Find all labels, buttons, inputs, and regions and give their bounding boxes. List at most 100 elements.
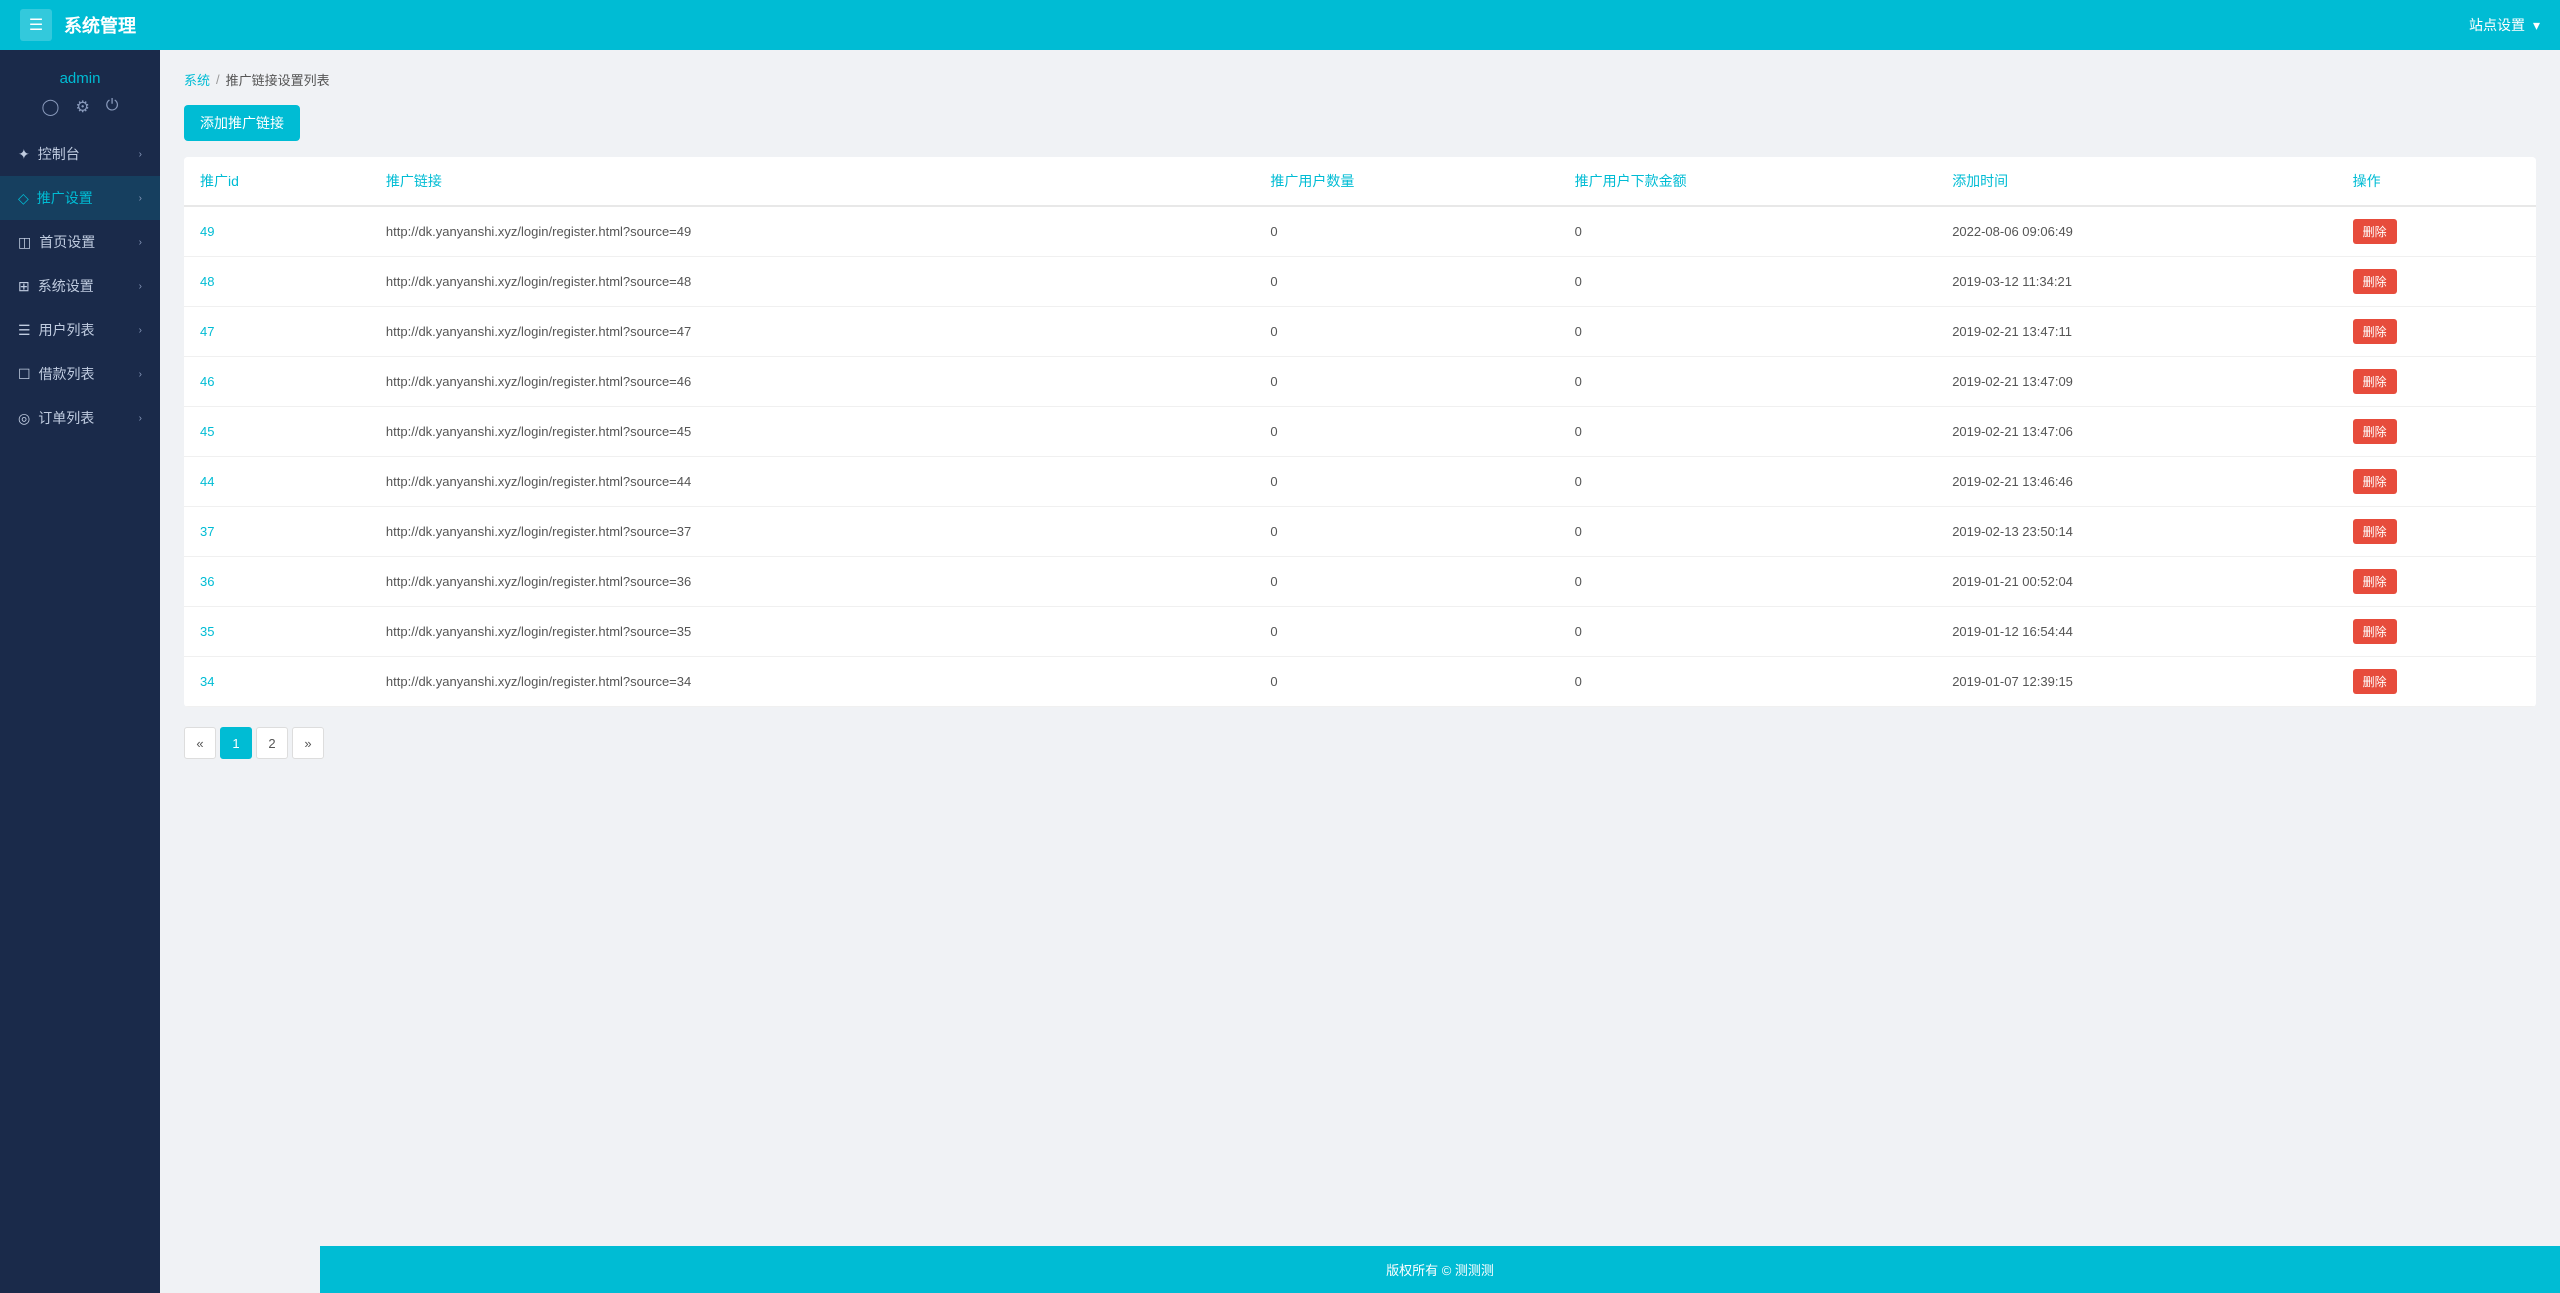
- cell-users: 0: [1254, 507, 1558, 557]
- cell-action: 删除: [2337, 507, 2536, 557]
- cell-amount: 0: [1559, 607, 1937, 657]
- pagination-next[interactable]: »: [292, 727, 324, 759]
- footer: 版权所有 © 测测测: [320, 1246, 2560, 1293]
- delete-button[interactable]: 删除: [2353, 319, 2397, 344]
- table-row: 36 http://dk.yanyanshi.xyz/login/registe…: [184, 557, 2536, 607]
- sidebar: admin ◯ ⚙ ⏻ ✦ 控制台 › ◇ 推广设置 ›: [0, 50, 160, 1293]
- content-body: 系统 / 推广链接设置列表 添加推广链接 推广id 推广链接 推广用户数量 推广…: [160, 50, 2560, 1246]
- delete-button[interactable]: 删除: [2353, 419, 2397, 444]
- sidebar-item-promo[interactable]: ◇ 推广设置 ›: [0, 176, 160, 220]
- promo-table-container: 推广id 推广链接 推广用户数量 推广用户下款金额 添加时间 操作 49 htt…: [184, 157, 2536, 707]
- sidebar-item-orders[interactable]: ◎ 订单列表 ›: [0, 396, 160, 440]
- pagination-page-2[interactable]: 2: [256, 727, 288, 759]
- delete-button[interactable]: 删除: [2353, 369, 2397, 394]
- sidebar-label-system: 系统设置: [38, 276, 94, 296]
- sidebar-label-loans: 借款列表: [39, 364, 95, 384]
- dropdown-arrow-icon: ▾: [2533, 17, 2540, 34]
- promo-id-link[interactable]: 47: [200, 324, 214, 339]
- delete-button[interactable]: 删除: [2353, 219, 2397, 244]
- table-row: 45 http://dk.yanyanshi.xyz/login/registe…: [184, 407, 2536, 457]
- promo-id-link[interactable]: 36: [200, 574, 214, 589]
- layout: admin ◯ ⚙ ⏻ ✦ 控制台 › ◇ 推广设置 ›: [0, 50, 2560, 1293]
- col-header-users: 推广用户数量: [1254, 157, 1558, 206]
- breadcrumb: 系统 / 推广链接设置列表: [184, 70, 2536, 89]
- loans-icon: ☐: [18, 366, 31, 383]
- users-arrow-icon: ›: [139, 325, 142, 336]
- col-header-action: 操作: [2337, 157, 2536, 206]
- cell-id: 48: [184, 257, 370, 307]
- promo-id-link[interactable]: 37: [200, 524, 214, 539]
- promo-table: 推广id 推广链接 推广用户数量 推广用户下款金额 添加时间 操作 49 htt…: [184, 157, 2536, 707]
- cell-users: 0: [1254, 457, 1558, 507]
- cell-id: 37: [184, 507, 370, 557]
- cell-link: http://dk.yanyanshi.xyz/login/register.h…: [370, 557, 1255, 607]
- col-header-id: 推广id: [184, 157, 370, 206]
- cell-id: 45: [184, 407, 370, 457]
- cell-id: 49: [184, 206, 370, 257]
- cell-amount: 0: [1559, 557, 1937, 607]
- pagination-prev[interactable]: «: [184, 727, 216, 759]
- site-settings-menu[interactable]: 站点设置 ▾: [2469, 15, 2540, 35]
- delete-button[interactable]: 删除: [2353, 619, 2397, 644]
- cell-amount: 0: [1559, 257, 1937, 307]
- cell-time: 2019-01-21 00:52:04: [1936, 557, 2336, 607]
- cell-amount: 0: [1559, 307, 1937, 357]
- sidebar-item-users[interactable]: ☰ 用户列表 ›: [0, 308, 160, 352]
- table-row: 34 http://dk.yanyanshi.xyz/login/registe…: [184, 657, 2536, 707]
- sidebar-item-home[interactable]: ◫ 首页设置 ›: [0, 220, 160, 264]
- cell-amount: 0: [1559, 357, 1937, 407]
- table-row: 37 http://dk.yanyanshi.xyz/login/registe…: [184, 507, 2536, 557]
- cell-id: 36: [184, 557, 370, 607]
- delete-button[interactable]: 删除: [2353, 469, 2397, 494]
- cell-action: 删除: [2337, 206, 2536, 257]
- delete-button[interactable]: 删除: [2353, 669, 2397, 694]
- cell-id: 44: [184, 457, 370, 507]
- promo-id-link[interactable]: 48: [200, 274, 214, 289]
- sidebar-item-dashboard[interactable]: ✦ 控制台 ›: [0, 132, 160, 176]
- table-body: 49 http://dk.yanyanshi.xyz/login/registe…: [184, 206, 2536, 707]
- promo-id-link[interactable]: 45: [200, 424, 214, 439]
- table-row: 46 http://dk.yanyanshi.xyz/login/registe…: [184, 357, 2536, 407]
- sidebar-item-loans[interactable]: ☐ 借款列表 ›: [0, 352, 160, 396]
- sidebar-user-icons: ◯ ⚙ ⏻: [0, 97, 160, 117]
- cell-time: 2019-01-07 12:39:15: [1936, 657, 2336, 707]
- table-row: 48 http://dk.yanyanshi.xyz/login/registe…: [184, 257, 2536, 307]
- breadcrumb-home[interactable]: 系统: [184, 70, 210, 89]
- promo-id-link[interactable]: 46: [200, 374, 214, 389]
- sidebar-user-section: admin ◯ ⚙ ⏻: [0, 50, 160, 132]
- promo-id-link[interactable]: 44: [200, 474, 214, 489]
- delete-button[interactable]: 删除: [2353, 519, 2397, 544]
- cell-action: 删除: [2337, 457, 2536, 507]
- delete-button[interactable]: 删除: [2353, 569, 2397, 594]
- home-arrow-icon: ›: [139, 237, 142, 248]
- profile-icon[interactable]: ◯: [42, 97, 60, 117]
- table-row: 49 http://dk.yanyanshi.xyz/login/registe…: [184, 206, 2536, 257]
- promo-id-link[interactable]: 35: [200, 624, 214, 639]
- cell-time: 2019-02-21 13:47:11: [1936, 307, 2336, 357]
- hamburger-button[interactable]: ☰: [20, 9, 52, 41]
- promo-id-link[interactable]: 49: [200, 224, 214, 239]
- cell-amount: 0: [1559, 457, 1937, 507]
- logout-icon[interactable]: ⏻: [106, 97, 119, 117]
- promo-id-link[interactable]: 34: [200, 674, 214, 689]
- cell-users: 0: [1254, 257, 1558, 307]
- delete-button[interactable]: 删除: [2353, 269, 2397, 294]
- pagination-page-1[interactable]: 1: [220, 727, 252, 759]
- cell-amount: 0: [1559, 206, 1937, 257]
- col-header-amount: 推广用户下款金额: [1559, 157, 1937, 206]
- sidebar-item-system[interactable]: ⊞ 系统设置 ›: [0, 264, 160, 308]
- add-promo-link-button[interactable]: 添加推广链接: [184, 105, 300, 141]
- sidebar-label-promo: 推广设置: [37, 188, 93, 208]
- cell-users: 0: [1254, 657, 1558, 707]
- cell-time: 2019-02-13 23:50:14: [1936, 507, 2336, 557]
- settings-icon[interactable]: ⚙: [75, 97, 89, 117]
- users-icon: ☰: [18, 322, 31, 339]
- cell-action: 删除: [2337, 607, 2536, 657]
- cell-link: http://dk.yanyanshi.xyz/login/register.h…: [370, 357, 1255, 407]
- cell-users: 0: [1254, 206, 1558, 257]
- cell-amount: 0: [1559, 657, 1937, 707]
- hamburger-icon: ☰: [29, 15, 43, 35]
- cell-link: http://dk.yanyanshi.xyz/login/register.h…: [370, 657, 1255, 707]
- table-row: 35 http://dk.yanyanshi.xyz/login/registe…: [184, 607, 2536, 657]
- cell-time: 2019-02-21 13:46:46: [1936, 457, 2336, 507]
